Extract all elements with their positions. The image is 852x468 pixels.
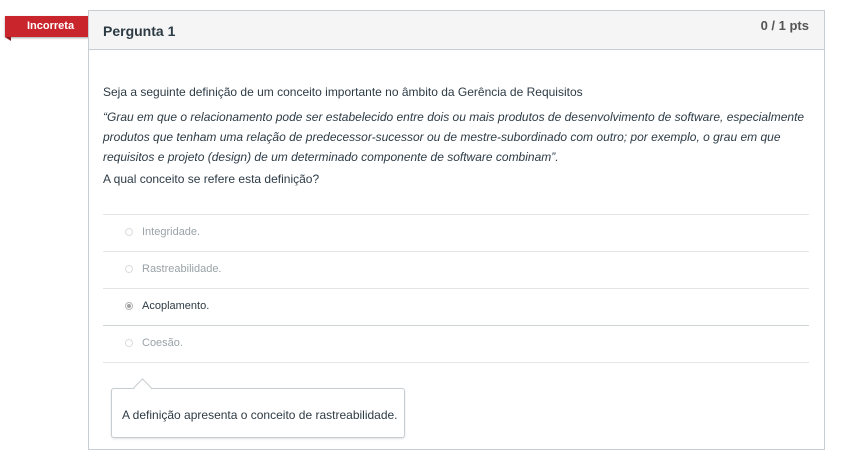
answer-label: Rastreabilidade. xyxy=(142,263,222,275)
feedback-text: A definição apresenta o conceito de rast… xyxy=(122,408,398,422)
question-title: Pergunta 1 xyxy=(103,23,176,39)
answer-option-rastreabilidade[interactable]: Rastreabilidade. xyxy=(103,252,809,289)
answer-option-integridade[interactable]: Integridade. xyxy=(103,215,809,252)
feedback-box: A definição apresenta o conceito de rast… xyxy=(111,388,405,438)
question-header: Pergunta 1 0 / 1 pts xyxy=(89,11,824,50)
incorrect-ribbon: Incorreta xyxy=(5,16,100,37)
answer-list: Integridade. Rastreabilidade. Acoplament… xyxy=(103,214,809,363)
answer-label: Acoplamento. xyxy=(142,300,210,312)
question-quote: “Grau em que o relacionamento pode ser e… xyxy=(103,110,805,164)
answer-option-coesao[interactable]: Coesão. xyxy=(103,326,809,363)
radio-button-selected[interactable] xyxy=(125,302,133,310)
radio-button[interactable] xyxy=(125,265,133,273)
ribbon-fold xyxy=(5,37,11,41)
question-points: 0 / 1 pts xyxy=(760,18,809,33)
question-prompt: Seja a seguinte definição de um conceito… xyxy=(103,85,583,99)
quiz-page: Incorreta Pergunta 1 0 / 1 pts Seja a se… xyxy=(0,0,852,468)
radio-button[interactable] xyxy=(125,228,133,236)
radio-button[interactable] xyxy=(125,339,133,347)
answer-option-acoplamento[interactable]: Acoplamento. xyxy=(103,289,809,326)
answer-label: Integridade. xyxy=(142,226,201,238)
answer-label: Coesão. xyxy=(142,337,183,349)
question-ask: A qual conceito se refere esta definição… xyxy=(103,172,320,186)
question-card: Pergunta 1 0 / 1 pts Seja a seguinte def… xyxy=(88,10,825,450)
